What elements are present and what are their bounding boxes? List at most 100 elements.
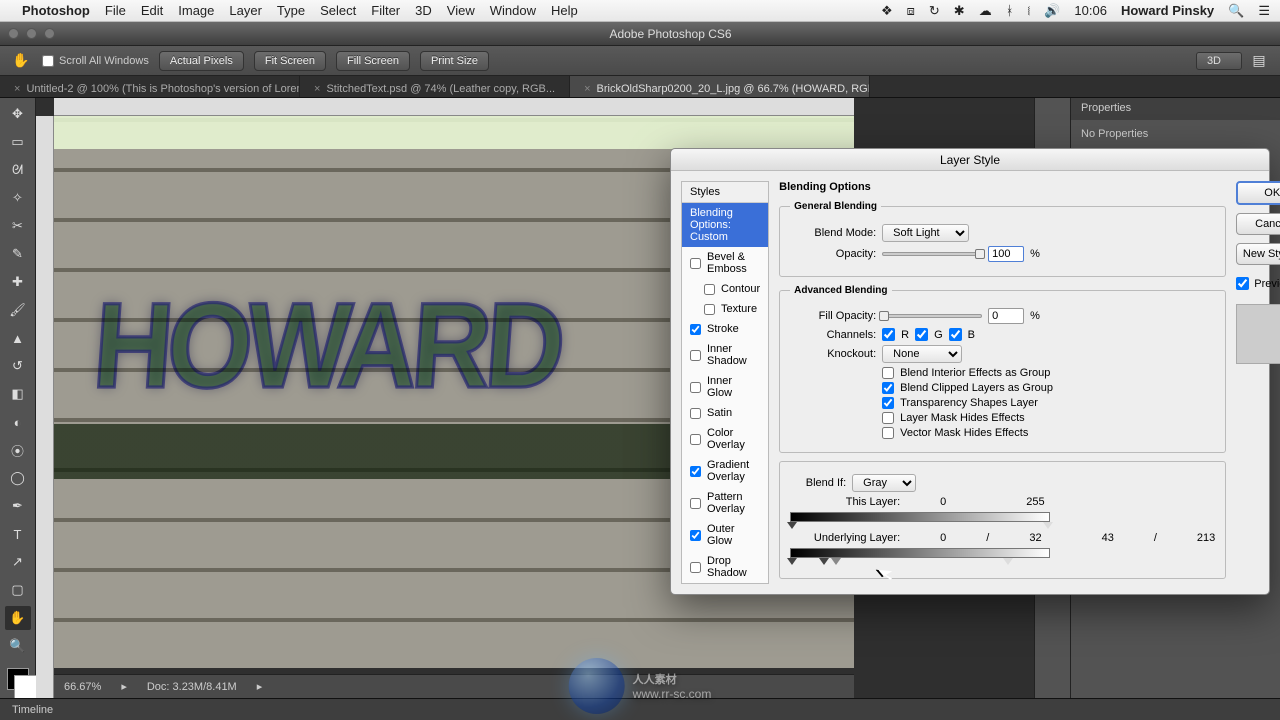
menu-help[interactable]: Help — [551, 3, 578, 18]
channel-b[interactable] — [949, 328, 962, 341]
view-options-icon[interactable]: ▤ — [1248, 50, 1270, 72]
history-brush-icon[interactable]: ↺ — [5, 354, 31, 378]
timeline-panel[interactable]: Timeline — [0, 698, 1280, 720]
document-tab[interactable]: ×BrickOldSharp0200_20_L.jpg @ 66.7% (HOW… — [570, 76, 870, 97]
type-tool-icon[interactable]: T — [5, 522, 31, 546]
layer-mask-checkbox[interactable] — [882, 412, 894, 424]
style-texture[interactable]: Texture — [682, 299, 768, 319]
document-tab[interactable]: ×Untitled-2 @ 100% (This is Photoshop's … — [0, 76, 300, 97]
opacity-slider[interactable] — [882, 252, 982, 256]
brush-tool-icon[interactable]: 🖌 — [5, 298, 31, 322]
volume-icon[interactable]: 🔊 — [1044, 3, 1060, 19]
transparency-checkbox[interactable] — [882, 397, 894, 409]
preview-checkbox[interactable]: Preview — [1236, 277, 1280, 290]
sync-icon[interactable]: ↻ — [929, 3, 940, 19]
notif-icon[interactable]: ☰ — [1258, 3, 1270, 19]
knockout-select[interactable]: None — [882, 345, 962, 363]
document-tab[interactable]: ×StitchedText.psd @ 74% (Leather copy, R… — [300, 76, 570, 97]
gradient-tool-icon[interactable]: ◐ — [5, 410, 31, 434]
blend-mode-select[interactable]: Soft Light — [882, 224, 969, 242]
menu-extra-icon[interactable]: ❖ — [881, 3, 893, 19]
styles-header[interactable]: Styles — [682, 182, 768, 203]
shape-tool-icon[interactable]: ▢ — [5, 578, 31, 602]
hand-tool-icon[interactable]: ✋ — [10, 50, 32, 72]
menu-file[interactable]: File — [105, 3, 126, 18]
style-drop-shadow[interactable]: Drop Shadow — [682, 551, 768, 583]
user-menu[interactable]: Howard Pinsky — [1121, 3, 1214, 18]
menu-edit[interactable]: Edit — [141, 3, 163, 18]
move-tool-icon[interactable]: ✥ — [5, 102, 31, 126]
wand-tool-icon[interactable]: ✧ — [5, 186, 31, 210]
vector-mask-checkbox[interactable] — [882, 427, 894, 439]
channel-g[interactable] — [915, 328, 928, 341]
fit-screen-button[interactable]: Fit Screen — [254, 51, 326, 71]
ok-button[interactable]: OK — [1236, 181, 1280, 205]
close-icon[interactable]: × — [14, 83, 20, 95]
menu-image[interactable]: Image — [178, 3, 214, 18]
style-blending-options[interactable]: Blending Options: Custom — [682, 203, 768, 247]
opacity-input[interactable] — [988, 246, 1024, 262]
blend-interior-checkbox[interactable] — [882, 367, 894, 379]
clock[interactable]: 10:06 — [1074, 3, 1107, 18]
crop-tool-icon[interactable]: ✂ — [5, 214, 31, 238]
marquee-tool-icon[interactable]: ▭ — [5, 130, 31, 154]
style-color-overlay[interactable]: Color Overlay — [682, 423, 768, 455]
fill-opacity-slider[interactable] — [882, 314, 982, 318]
cancel-button[interactable]: Cancel — [1236, 213, 1280, 235]
stamp-tool-icon[interactable]: ▲ — [5, 326, 31, 350]
healing-tool-icon[interactable]: ✚ — [5, 270, 31, 294]
style-stroke[interactable]: Stroke — [682, 319, 768, 339]
print-size-button[interactable]: Print Size — [420, 51, 489, 71]
bluetooth-icon[interactable]: ᚼ — [1006, 3, 1014, 18]
fill-opacity-input[interactable] — [988, 308, 1024, 324]
menu-window[interactable]: Window — [490, 3, 536, 18]
zoom-level[interactable]: 66.67% — [64, 681, 101, 693]
evernote-icon[interactable]: ✱ — [954, 3, 965, 19]
dropbox-icon[interactable]: ⧈ — [907, 3, 915, 19]
color-swatch[interactable] — [7, 668, 29, 690]
menu-select[interactable]: Select — [320, 3, 356, 18]
path-tool-icon[interactable]: ↗ — [5, 550, 31, 574]
menu-layer[interactable]: Layer — [229, 3, 262, 18]
eraser-tool-icon[interactable]: ◧ — [5, 382, 31, 406]
style-gradient-overlay[interactable]: Gradient Overlay — [682, 455, 768, 487]
lasso-tool-icon[interactable]: ᘛ — [5, 158, 31, 182]
app-menu[interactable]: Photoshop — [22, 3, 90, 18]
menu-3d[interactable]: 3D — [415, 3, 432, 18]
panel-tab[interactable]: Properties — [1071, 98, 1141, 120]
pen-tool-icon[interactable]: ✒ — [5, 494, 31, 518]
style-inner-glow[interactable]: Inner Glow — [682, 371, 768, 403]
this-layer-gradient[interactable] — [790, 512, 1050, 522]
blend-if-select[interactable]: Gray — [852, 474, 916, 492]
wifi-icon[interactable]: ⧙ — [1028, 3, 1031, 19]
close-icon[interactable]: × — [314, 83, 320, 95]
style-outer-glow[interactable]: Outer Glow — [682, 519, 768, 551]
zoom-tool-icon[interactable]: 🔍 — [5, 634, 31, 658]
new-style-button[interactable]: New Style... — [1236, 243, 1280, 265]
traffic-lights[interactable] — [8, 28, 55, 39]
ruler-vertical[interactable] — [36, 116, 54, 698]
arrow-icon[interactable]: ▸ — [121, 680, 127, 693]
dodge-tool-icon[interactable]: ◯ — [5, 466, 31, 490]
actual-pixels-button[interactable]: Actual Pixels — [159, 51, 244, 71]
ruler-horizontal[interactable] — [54, 98, 854, 116]
style-inner-shadow[interactable]: Inner Shadow — [682, 339, 768, 371]
channel-r[interactable] — [882, 328, 895, 341]
blend-clipped-checkbox[interactable] — [882, 382, 894, 394]
blur-tool-icon[interactable]: ⦿ — [5, 438, 31, 462]
menu-type[interactable]: Type — [277, 3, 305, 18]
style-contour[interactable]: Contour — [682, 279, 768, 299]
eyedropper-tool-icon[interactable]: ✎ — [5, 242, 31, 266]
style-bevel-emboss[interactable]: Bevel & Emboss — [682, 247, 768, 279]
arrow-icon[interactable]: ▸ — [257, 680, 263, 693]
fill-screen-button[interactable]: Fill Screen — [336, 51, 410, 71]
spotlight-icon[interactable]: 🔍 — [1228, 3, 1244, 19]
under-layer-gradient[interactable] — [790, 548, 1050, 558]
scroll-all-windows[interactable]: Scroll All Windows — [42, 55, 149, 67]
cloud-icon[interactable]: ☁ — [979, 3, 992, 19]
style-satin[interactable]: Satin — [682, 403, 768, 423]
hand-tool-icon[interactable]: ✋ — [5, 606, 31, 630]
menu-filter[interactable]: Filter — [371, 3, 400, 18]
close-icon[interactable]: × — [584, 83, 590, 95]
style-pattern-overlay[interactable]: Pattern Overlay — [682, 487, 768, 519]
